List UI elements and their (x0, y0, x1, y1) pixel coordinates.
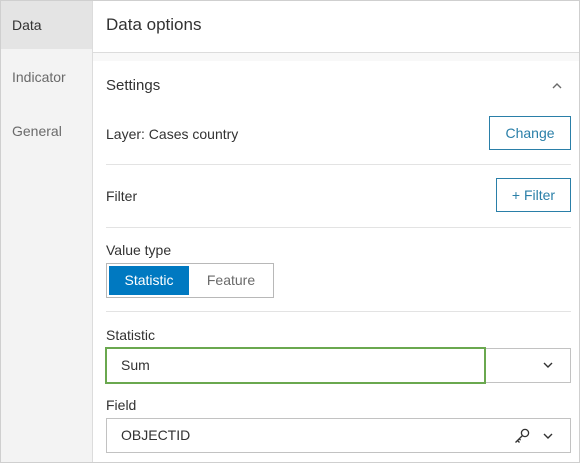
section-title: Settings (106, 77, 161, 94)
tab-indicator[interactable]: Indicator (1, 53, 92, 101)
value-type-label: Value type (106, 242, 172, 258)
data-options-panel: Data options Settings Layer: Cases count… (93, 1, 579, 462)
panel-title: Data options (93, 1, 579, 53)
divider (106, 227, 571, 228)
tab-general-label: General (12, 123, 62, 139)
tab-data[interactable]: Data (1, 1, 92, 49)
statistic-select[interactable]: Sum (106, 348, 571, 383)
widget-settings-window: Data Indicator General Data options Sett… (0, 0, 580, 463)
value-type-statistic[interactable]: Statistic (109, 266, 189, 295)
value-type-feature[interactable]: Feature (191, 266, 271, 295)
divider (106, 311, 571, 312)
statistic-label: Statistic (106, 327, 156, 343)
add-filter-button[interactable]: + Filter (496, 178, 571, 212)
field-select-value: OBJECTID (121, 427, 191, 443)
change-layer-button[interactable]: Change (489, 116, 571, 150)
tab-general[interactable]: General (1, 107, 92, 155)
field-select[interactable]: OBJECTID (106, 418, 571, 453)
chevron-down-icon[interactable] (542, 359, 554, 371)
tab-indicator-label: Indicator (12, 69, 66, 85)
filter-label: Filter (106, 188, 138, 204)
settings-section: Settings Layer: Cases country Change Fil… (93, 61, 579, 462)
field-label: Field (106, 397, 137, 413)
chevron-up-icon[interactable] (550, 79, 564, 93)
key-icon (515, 428, 530, 443)
settings-rail: Data Indicator General (1, 1, 93, 462)
divider (106, 164, 571, 165)
chevron-down-icon[interactable] (542, 430, 554, 442)
tab-data-label: Data (12, 17, 42, 33)
statistic-select-value: Sum (121, 357, 150, 373)
layer-label: Layer: Cases country (106, 126, 239, 142)
value-type-segmented-control: Statistic Feature (106, 263, 274, 298)
